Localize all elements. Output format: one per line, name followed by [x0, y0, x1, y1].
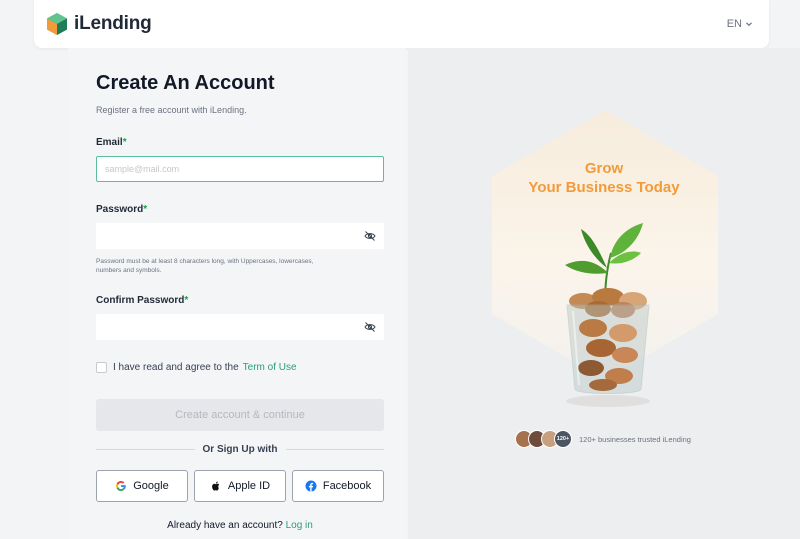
required-mark: *: [122, 137, 127, 148]
confirm-password-field-wrapper: [96, 314, 384, 340]
facebook-button[interactable]: Facebook: [292, 470, 384, 502]
required-mark: *: [184, 295, 189, 306]
apple-button[interactable]: Apple ID: [194, 470, 286, 502]
eye-off-icon[interactable]: [364, 230, 376, 242]
promo-headline: Grow Your Business Today: [408, 159, 800, 197]
ilending-logo-icon: [47, 13, 67, 35]
divider-line: [285, 449, 384, 450]
avatar-count: 120+: [554, 430, 572, 448]
password-label: Password*: [96, 204, 148, 215]
create-account-button[interactable]: Create account & continue: [96, 399, 384, 431]
or-divider: Or Sign Up with: [96, 444, 384, 455]
apple-icon: [212, 481, 220, 491]
coin-jar-plant-image: [565, 223, 650, 407]
password-field-wrapper: [96, 223, 384, 249]
password-field[interactable]: [96, 223, 384, 249]
confirm-password-label: Confirm Password*: [96, 295, 189, 306]
email-field[interactable]: [97, 157, 383, 181]
chevron-down-icon: [746, 22, 752, 27]
brand-name: iLending: [74, 13, 152, 34]
confirm-password-field[interactable]: [96, 314, 384, 340]
apple-label: Apple ID: [227, 480, 271, 492]
eye-off-icon[interactable]: [364, 321, 376, 333]
promo-panel: Grow Your Business Today 120+ 120+ busin…: [408, 48, 800, 539]
divider-text: Or Sign Up with: [202, 444, 278, 455]
top-bar: iLending EN: [34, 0, 769, 48]
page-subtitle: Register a free account with iLending.: [96, 105, 247, 115]
brand[interactable]: iLending: [46, 12, 152, 36]
email-field-wrapper: [96, 156, 384, 182]
signup-form: Create An Account Register a free accoun…: [68, 48, 406, 539]
trusted-text: 120+ businesses trusted iLending: [579, 434, 691, 444]
facebook-icon: [305, 480, 317, 492]
google-label: Google: [133, 480, 169, 492]
avatar-group: 120+: [515, 430, 572, 448]
page-title: Create An Account: [96, 72, 275, 94]
divider-line: [96, 449, 195, 450]
google-button[interactable]: Google: [96, 470, 188, 502]
language-selector[interactable]: EN: [727, 18, 753, 30]
language-label: EN: [726, 18, 742, 30]
headline-line-2: Your Business Today: [528, 179, 680, 196]
agree-text: I have read and agree to the: [113, 362, 239, 373]
email-label: Email*: [96, 137, 127, 148]
facebook-label: Facebook: [322, 480, 372, 492]
password-hint: Password must be at least 8 characters l…: [96, 258, 314, 274]
login-link[interactable]: Log in: [286, 520, 313, 531]
social-signup: Google Apple ID Facebook: [96, 470, 384, 502]
terms-link[interactable]: Term of Use: [243, 362, 297, 373]
google-icon: [116, 481, 127, 491]
headline-line-1: Grow: [584, 160, 624, 177]
required-mark: *: [143, 204, 148, 215]
have-account-text: Already have an account?: [167, 520, 283, 531]
login-prompt: Already have an account? Log in: [96, 520, 384, 531]
terms-checkbox[interactable]: [96, 362, 107, 373]
terms-agreement: I have read and agree to the Term of Use: [96, 362, 384, 373]
trusted-badge: 120+ 120+ businesses trusted iLending: [515, 430, 691, 448]
